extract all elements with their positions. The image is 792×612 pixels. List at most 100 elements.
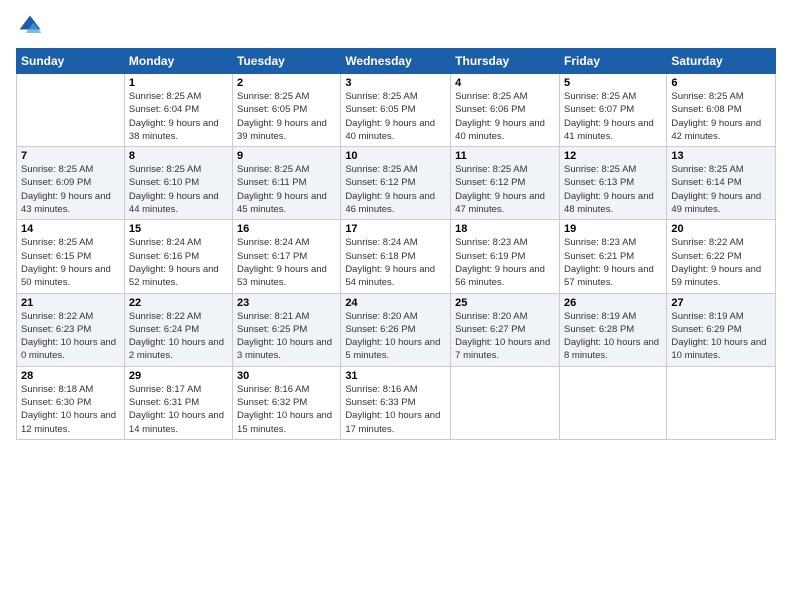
week-row-1: 1Sunrise: 8:25 AMSunset: 6:04 PMDaylight… [17, 74, 776, 147]
day-cell: 15Sunrise: 8:24 AMSunset: 6:16 PMDayligh… [124, 220, 232, 293]
day-cell: 25Sunrise: 8:20 AMSunset: 6:27 PMDayligh… [451, 293, 560, 366]
day-number: 6 [671, 77, 771, 89]
day-cell: 1Sunrise: 8:25 AMSunset: 6:04 PMDaylight… [124, 74, 232, 147]
day-cell: 10Sunrise: 8:25 AMSunset: 6:12 PMDayligh… [341, 147, 451, 220]
day-cell: 18Sunrise: 8:23 AMSunset: 6:19 PMDayligh… [451, 220, 560, 293]
day-cell: 26Sunrise: 8:19 AMSunset: 6:28 PMDayligh… [559, 293, 666, 366]
day-number: 8 [129, 150, 228, 162]
day-cell: 7Sunrise: 8:25 AMSunset: 6:09 PMDaylight… [17, 147, 125, 220]
day-cell: 13Sunrise: 8:25 AMSunset: 6:14 PMDayligh… [667, 147, 776, 220]
day-number: 26 [564, 297, 662, 309]
day-number: 5 [564, 77, 662, 89]
day-info: Sunrise: 8:24 AMSunset: 6:16 PMDaylight:… [129, 236, 228, 289]
day-cell: 16Sunrise: 8:24 AMSunset: 6:17 PMDayligh… [233, 220, 341, 293]
column-header-thursday: Thursday [451, 49, 560, 74]
day-info: Sunrise: 8:25 AMSunset: 6:11 PMDaylight:… [237, 163, 336, 216]
day-cell: 22Sunrise: 8:22 AMSunset: 6:24 PMDayligh… [124, 293, 232, 366]
day-info: Sunrise: 8:25 AMSunset: 6:10 PMDaylight:… [129, 163, 228, 216]
day-cell: 30Sunrise: 8:16 AMSunset: 6:32 PMDayligh… [233, 366, 341, 439]
day-number: 21 [21, 297, 120, 309]
calendar-header-row: SundayMondayTuesdayWednesdayThursdayFrid… [17, 49, 776, 74]
day-cell: 24Sunrise: 8:20 AMSunset: 6:26 PMDayligh… [341, 293, 451, 366]
day-number: 18 [455, 223, 555, 235]
day-info: Sunrise: 8:25 AMSunset: 6:05 PMDaylight:… [237, 90, 336, 143]
day-info: Sunrise: 8:20 AMSunset: 6:26 PMDaylight:… [345, 310, 446, 363]
day-cell [17, 74, 125, 147]
day-cell: 21Sunrise: 8:22 AMSunset: 6:23 PMDayligh… [17, 293, 125, 366]
day-cell: 17Sunrise: 8:24 AMSunset: 6:18 PMDayligh… [341, 220, 451, 293]
day-number: 1 [129, 77, 228, 89]
day-info: Sunrise: 8:21 AMSunset: 6:25 PMDaylight:… [237, 310, 336, 363]
day-info: Sunrise: 8:25 AMSunset: 6:05 PMDaylight:… [345, 90, 446, 143]
day-info: Sunrise: 8:22 AMSunset: 6:22 PMDaylight:… [671, 236, 771, 289]
header [16, 12, 776, 40]
column-header-sunday: Sunday [17, 49, 125, 74]
day-info: Sunrise: 8:16 AMSunset: 6:33 PMDaylight:… [345, 383, 446, 436]
week-row-5: 28Sunrise: 8:18 AMSunset: 6:30 PMDayligh… [17, 366, 776, 439]
day-cell: 5Sunrise: 8:25 AMSunset: 6:07 PMDaylight… [559, 74, 666, 147]
day-cell: 28Sunrise: 8:18 AMSunset: 6:30 PMDayligh… [17, 366, 125, 439]
day-info: Sunrise: 8:25 AMSunset: 6:15 PMDaylight:… [21, 236, 120, 289]
day-cell: 11Sunrise: 8:25 AMSunset: 6:12 PMDayligh… [451, 147, 560, 220]
day-info: Sunrise: 8:25 AMSunset: 6:12 PMDaylight:… [455, 163, 555, 216]
week-row-4: 21Sunrise: 8:22 AMSunset: 6:23 PMDayligh… [17, 293, 776, 366]
day-cell: 2Sunrise: 8:25 AMSunset: 6:05 PMDaylight… [233, 74, 341, 147]
day-info: Sunrise: 8:20 AMSunset: 6:27 PMDaylight:… [455, 310, 555, 363]
column-header-saturday: Saturday [667, 49, 776, 74]
day-number: 14 [21, 223, 120, 235]
day-cell: 29Sunrise: 8:17 AMSunset: 6:31 PMDayligh… [124, 366, 232, 439]
day-number: 3 [345, 77, 446, 89]
day-info: Sunrise: 8:25 AMSunset: 6:07 PMDaylight:… [564, 90, 662, 143]
day-cell: 8Sunrise: 8:25 AMSunset: 6:10 PMDaylight… [124, 147, 232, 220]
day-info: Sunrise: 8:19 AMSunset: 6:28 PMDaylight:… [564, 310, 662, 363]
day-number: 4 [455, 77, 555, 89]
day-cell: 3Sunrise: 8:25 AMSunset: 6:05 PMDaylight… [341, 74, 451, 147]
day-number: 7 [21, 150, 120, 162]
day-number: 29 [129, 370, 228, 382]
column-header-friday: Friday [559, 49, 666, 74]
day-info: Sunrise: 8:25 AMSunset: 6:12 PMDaylight:… [345, 163, 446, 216]
day-number: 12 [564, 150, 662, 162]
day-info: Sunrise: 8:22 AMSunset: 6:24 PMDaylight:… [129, 310, 228, 363]
day-info: Sunrise: 8:25 AMSunset: 6:04 PMDaylight:… [129, 90, 228, 143]
day-cell: 4Sunrise: 8:25 AMSunset: 6:06 PMDaylight… [451, 74, 560, 147]
day-info: Sunrise: 8:18 AMSunset: 6:30 PMDaylight:… [21, 383, 120, 436]
day-info: Sunrise: 8:25 AMSunset: 6:14 PMDaylight:… [671, 163, 771, 216]
week-row-3: 14Sunrise: 8:25 AMSunset: 6:15 PMDayligh… [17, 220, 776, 293]
day-cell: 31Sunrise: 8:16 AMSunset: 6:33 PMDayligh… [341, 366, 451, 439]
day-number: 22 [129, 297, 228, 309]
day-number: 24 [345, 297, 446, 309]
day-cell: 6Sunrise: 8:25 AMSunset: 6:08 PMDaylight… [667, 74, 776, 147]
page: SundayMondayTuesdayWednesdayThursdayFrid… [0, 0, 792, 612]
day-number: 17 [345, 223, 446, 235]
day-cell [667, 366, 776, 439]
day-info: Sunrise: 8:23 AMSunset: 6:19 PMDaylight:… [455, 236, 555, 289]
day-cell: 27Sunrise: 8:19 AMSunset: 6:29 PMDayligh… [667, 293, 776, 366]
day-number: 15 [129, 223, 228, 235]
logo [16, 12, 48, 40]
day-cell: 12Sunrise: 8:25 AMSunset: 6:13 PMDayligh… [559, 147, 666, 220]
day-number: 27 [671, 297, 771, 309]
day-number: 31 [345, 370, 446, 382]
day-info: Sunrise: 8:25 AMSunset: 6:06 PMDaylight:… [455, 90, 555, 143]
column-header-tuesday: Tuesday [233, 49, 341, 74]
day-info: Sunrise: 8:22 AMSunset: 6:23 PMDaylight:… [21, 310, 120, 363]
day-cell: 14Sunrise: 8:25 AMSunset: 6:15 PMDayligh… [17, 220, 125, 293]
week-row-2: 7Sunrise: 8:25 AMSunset: 6:09 PMDaylight… [17, 147, 776, 220]
day-info: Sunrise: 8:23 AMSunset: 6:21 PMDaylight:… [564, 236, 662, 289]
day-number: 10 [345, 150, 446, 162]
day-number: 30 [237, 370, 336, 382]
day-cell [451, 366, 560, 439]
day-number: 20 [671, 223, 771, 235]
day-cell: 23Sunrise: 8:21 AMSunset: 6:25 PMDayligh… [233, 293, 341, 366]
day-number: 28 [21, 370, 120, 382]
day-number: 19 [564, 223, 662, 235]
day-number: 11 [455, 150, 555, 162]
day-number: 25 [455, 297, 555, 309]
day-info: Sunrise: 8:25 AMSunset: 6:13 PMDaylight:… [564, 163, 662, 216]
day-info: Sunrise: 8:19 AMSunset: 6:29 PMDaylight:… [671, 310, 771, 363]
logo-icon [16, 12, 44, 40]
column-header-monday: Monday [124, 49, 232, 74]
day-info: Sunrise: 8:25 AMSunset: 6:08 PMDaylight:… [671, 90, 771, 143]
day-info: Sunrise: 8:24 AMSunset: 6:18 PMDaylight:… [345, 236, 446, 289]
